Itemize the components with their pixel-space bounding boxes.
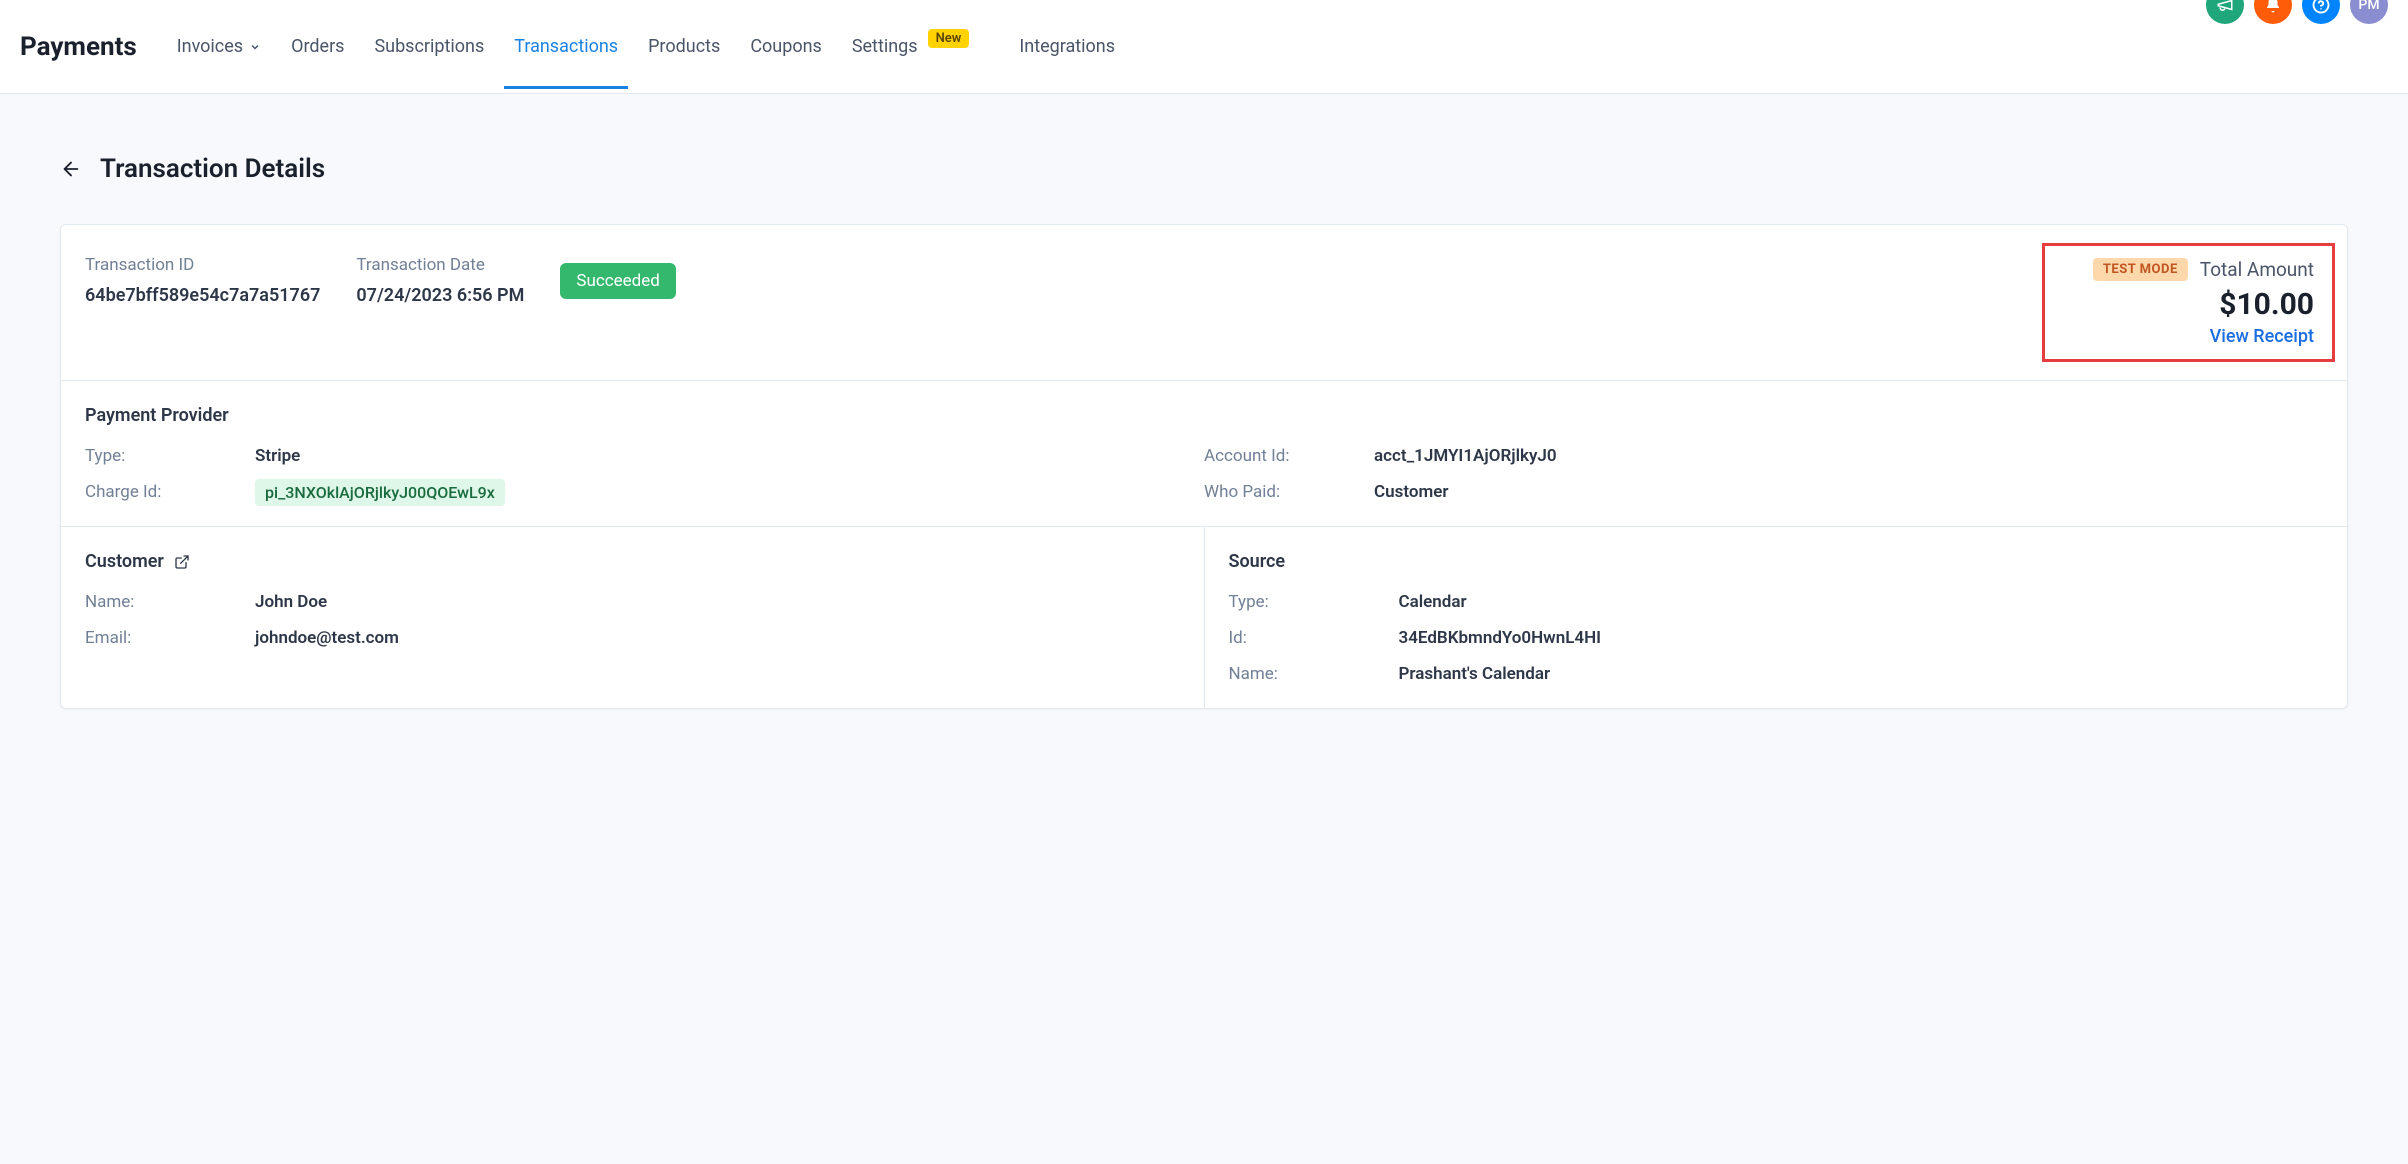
who-paid-row: Who Paid: Customer xyxy=(1204,482,2323,502)
source-type-row: Type: Calendar xyxy=(1229,592,2324,612)
account-id-label: Account Id: xyxy=(1204,446,1374,466)
source-name-label: Name: xyxy=(1229,664,1399,684)
transaction-summary-left: Transaction ID 64be7bff589e54c7a7a51767 … xyxy=(85,255,676,306)
source-section: Source Type: Calendar Id: 34EdBKbmndYo0H… xyxy=(1205,527,2348,708)
bell-icon[interactable] xyxy=(2254,0,2292,24)
customer-name-row: Name: John Doe xyxy=(85,592,1180,612)
transaction-id-label: Transaction ID xyxy=(85,255,320,275)
account-id-row: Account Id: acct_1JMYI1AjORjlkyJ0 xyxy=(1204,446,2323,466)
page-content: Transaction Details Transaction ID 64be7… xyxy=(0,94,2408,1164)
nav-transactions-label: Transactions xyxy=(514,36,618,57)
source-id-label: Id: xyxy=(1229,628,1399,648)
customer-email-row: Email: johndoe@test.com xyxy=(85,628,1180,648)
announcement-icon[interactable] xyxy=(2206,0,2244,24)
help-icon[interactable] xyxy=(2302,0,2340,24)
back-button[interactable] xyxy=(60,158,82,180)
status-badge: Succeeded xyxy=(560,263,675,299)
nav-coupons[interactable]: Coupons xyxy=(750,4,822,89)
account-id-value: acct_1JMYI1AjORjlkyJ0 xyxy=(1374,446,1557,466)
transaction-date-field: Transaction Date 07/24/2023 6:56 PM xyxy=(356,255,524,306)
chevron-down-icon xyxy=(249,41,261,53)
transaction-card: Transaction ID 64be7bff589e54c7a7a51767 … xyxy=(60,224,2348,709)
payment-provider-title: Payment Provider xyxy=(85,405,2323,426)
total-amount-label: Total Amount xyxy=(2200,258,2314,281)
nav-invoices-label: Invoices xyxy=(177,36,243,57)
external-link-icon xyxy=(174,554,190,570)
charge-id-row: Charge Id: pi_3NXOklAjORjlkyJ00QOEwL9x xyxy=(85,482,1204,502)
arrow-left-icon xyxy=(60,158,82,180)
payment-provider-section: Payment Provider Type: Stripe Charge Id:… xyxy=(61,381,2347,527)
nav-integrations[interactable]: Integrations xyxy=(1019,4,1115,89)
customer-email-label: Email: xyxy=(85,628,255,648)
test-mode-badge: TEST MODE xyxy=(2093,258,2188,281)
avatar[interactable]: PM xyxy=(2350,0,2388,24)
nav-products-label: Products xyxy=(648,36,720,57)
customer-section: Customer Name: John Doe Email: johndoe@t… xyxy=(61,527,1205,708)
customer-external-link[interactable] xyxy=(174,554,190,570)
nav-products[interactable]: Products xyxy=(648,4,720,89)
transaction-date-value: 07/24/2023 6:56 PM xyxy=(356,285,524,306)
transaction-date-label: Transaction Date xyxy=(356,255,524,275)
source-type-label: Type: xyxy=(1229,592,1399,612)
primary-nav: Invoices Orders Subscriptions Transactio… xyxy=(177,4,1115,89)
source-id-value: 34EdBKbmndYo0HwnL4HI xyxy=(1399,628,1602,648)
source-type-value: Calendar xyxy=(1399,592,1467,612)
customer-email-value: johndoe@test.com xyxy=(255,628,399,648)
transaction-id-value: 64be7bff589e54c7a7a51767 xyxy=(85,285,320,306)
nav-orders[interactable]: Orders xyxy=(291,4,344,89)
nav-subscriptions-label: Subscriptions xyxy=(374,36,484,57)
nav-subscriptions[interactable]: Subscriptions xyxy=(374,4,484,89)
total-amount-value: $10.00 xyxy=(2093,287,2314,322)
nav-coupons-label: Coupons xyxy=(750,36,822,57)
total-amount-box: TEST MODE Total Amount $10.00 View Recei… xyxy=(2042,243,2335,362)
source-id-row: Id: 34EdBKbmndYo0HwnL4HI xyxy=(1229,628,2324,648)
customer-name-label: Name: xyxy=(85,592,255,612)
source-title: Source xyxy=(1229,551,2324,572)
avatar-initials: PM xyxy=(2358,0,2379,13)
nav-transactions[interactable]: Transactions xyxy=(514,4,618,89)
customer-title: Customer xyxy=(85,551,164,572)
nav-integrations-label: Integrations xyxy=(1019,36,1115,57)
nav-orders-label: Orders xyxy=(291,36,344,57)
charge-id-value: pi_3NXOklAjORjlkyJ00QOEwL9x xyxy=(255,479,505,506)
page-title: Transaction Details xyxy=(100,154,325,184)
app-title: Payments xyxy=(20,32,137,62)
transaction-id-field: Transaction ID 64be7bff589e54c7a7a51767 xyxy=(85,255,320,306)
provider-type-label: Type: xyxy=(85,446,255,466)
nav-settings[interactable]: Settings New xyxy=(852,4,970,89)
page-header: Transaction Details xyxy=(60,154,2348,184)
new-badge: New xyxy=(928,29,970,48)
provider-type-value: Stripe xyxy=(255,446,300,466)
charge-id-label: Charge Id: xyxy=(85,482,255,502)
who-paid-label: Who Paid: xyxy=(1204,482,1374,502)
who-paid-value: Customer xyxy=(1374,482,1449,502)
main-header: Payments Invoices Orders Subscriptions T… xyxy=(0,0,2408,94)
provider-type-row: Type: Stripe xyxy=(85,446,1204,466)
view-receipt-link[interactable]: View Receipt xyxy=(2093,326,2314,347)
source-name-row: Name: Prashant's Calendar xyxy=(1229,664,2324,684)
transaction-summary: Transaction ID 64be7bff589e54c7a7a51767 … xyxy=(61,225,2347,381)
source-name-value: Prashant's Calendar xyxy=(1399,664,1551,684)
nav-settings-label: Settings xyxy=(852,36,918,57)
nav-invoices[interactable]: Invoices xyxy=(177,4,261,89)
customer-name-value: John Doe xyxy=(255,592,327,612)
customer-source-section: Customer Name: John Doe Email: johndoe@t… xyxy=(61,527,2347,708)
